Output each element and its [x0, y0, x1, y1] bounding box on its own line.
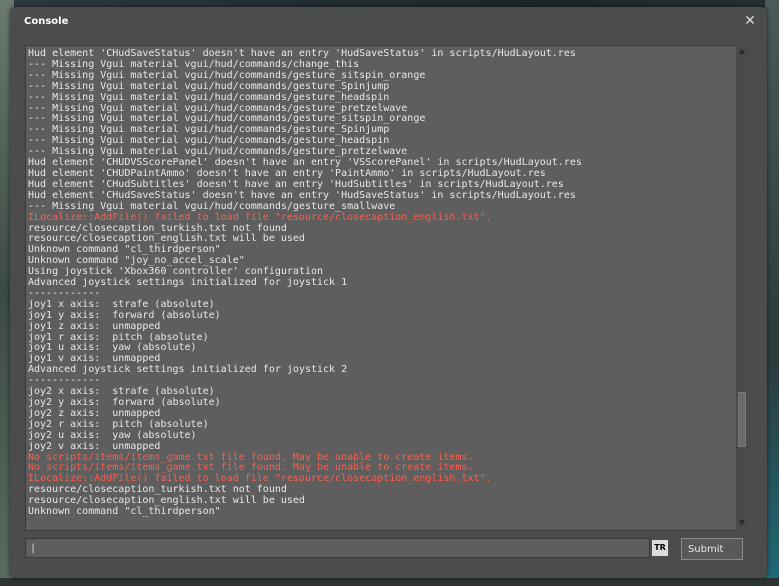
console-line: joy1 z axis: unmapped: [28, 320, 161, 332]
submit-button[interactable]: Submit: [681, 538, 743, 560]
console-line: Advanced joystick settings initialized f…: [28, 277, 348, 289]
console-line: Advanced joystick settings initialized f…: [28, 364, 348, 376]
scroll-track[interactable]: [738, 59, 746, 515]
console-line: --- Missing Vgui material vgui/hud/comma…: [28, 80, 390, 92]
close-icon[interactable]: ✕: [743, 14, 757, 28]
console-lines: Hud element 'CHudSaveStatus' doesn't hav…: [28, 48, 734, 518]
scroll-down-icon[interactable]: ▼: [736, 517, 748, 529]
console-output[interactable]: Hud element 'CHudSaveStatus' doesn't hav…: [25, 45, 737, 531]
console-line: --- Missing Vgui material vgui/hud/comma…: [28, 200, 396, 212]
command-input[interactable]: [25, 538, 650, 558]
scroll-thumb[interactable]: [738, 392, 746, 447]
language-badge: TR: [652, 540, 668, 556]
console-line: Unknown command "cl_thirdperson": [28, 506, 221, 518]
window-title: Console: [24, 16, 69, 27]
scrollbar[interactable]: ▲ ▼: [736, 45, 748, 529]
console-line: --- Missing Vgui material vgui/hud/comma…: [28, 91, 390, 103]
console-line: joy2 u axis: yaw (absolute): [28, 429, 197, 441]
background-right: [765, 0, 779, 586]
console-line-error: ILocalize::AddFile() failed to load file…: [28, 211, 492, 223]
console-line: joy2 v axis: unmapped: [28, 440, 161, 452]
scroll-up-icon[interactable]: ▲: [736, 45, 748, 57]
console-window: Console ✕ Hud element 'CHudSaveStatus' d…: [10, 7, 767, 578]
background-bottom: [0, 578, 779, 586]
